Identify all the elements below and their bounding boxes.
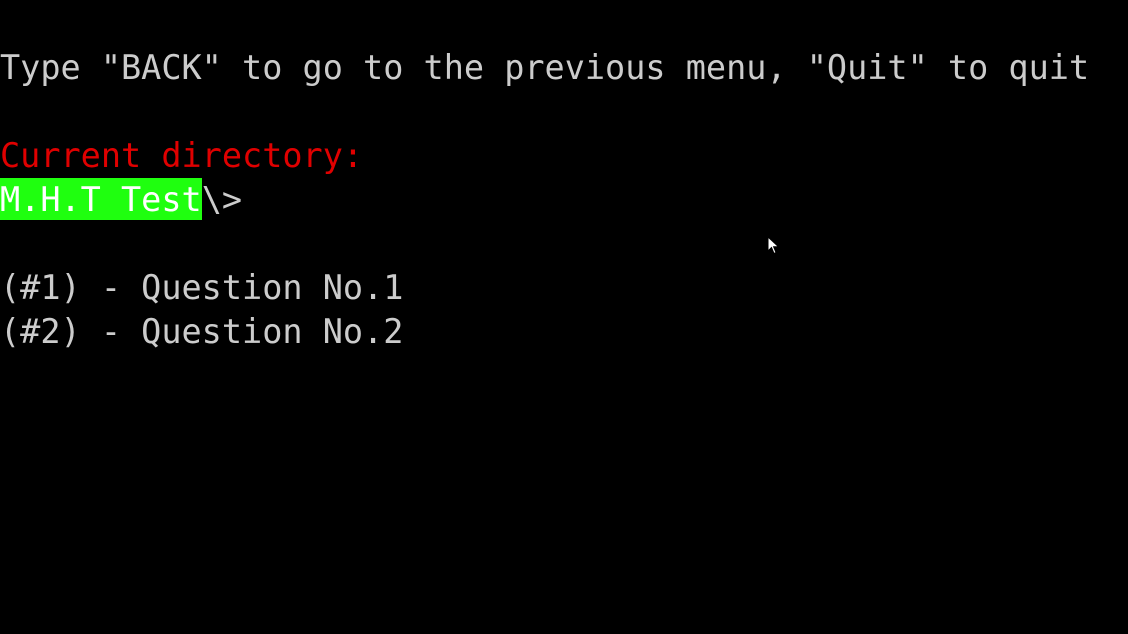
- mouse-pointer-icon: [767, 236, 780, 255]
- prompt-suffix: \>: [201, 180, 243, 219]
- terminal-window[interactable]: Type "BACK" to go to the previous menu, …: [0, 0, 1128, 634]
- navigation-hint: Type "BACK" to go to the previous menu, …: [0, 48, 1090, 87]
- current-directory-label: Current directory:: [0, 136, 364, 175]
- menu-option-1: (#1) - Question No.1: [0, 268, 404, 307]
- menu-option-2: (#2) - Question No.2: [0, 312, 404, 351]
- directory-prompt: M.H.T Test\>: [0, 178, 242, 222]
- directory-path-highlight: M.H.T Test: [0, 178, 202, 220]
